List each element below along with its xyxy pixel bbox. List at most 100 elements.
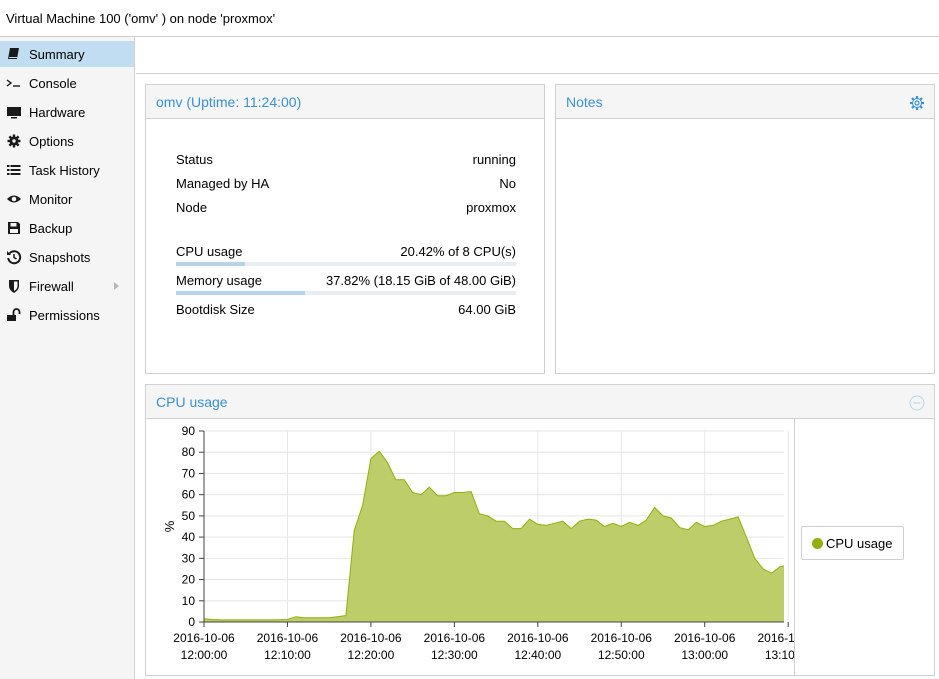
sidebar-item-label: Task History (29, 163, 100, 178)
panel-header: omv (Uptime: 11:24:00) (146, 85, 544, 119)
gear-icon (7, 134, 21, 148)
summary-content: omv (Uptime: 11:24:00) Status running Ma… (136, 74, 939, 679)
x-tick-label: 12:40:00 (514, 648, 561, 662)
y-tick-label: 0 (188, 615, 195, 629)
sidebar-item-hardware[interactable]: Hardware (0, 99, 134, 125)
y-tick-label: 30 (182, 551, 196, 565)
sidebar-item-options[interactable]: Options (0, 128, 134, 154)
bootdisk-size-row: Bootdisk Size 64.00 GiB (176, 302, 516, 322)
terminal-icon (6, 79, 20, 87)
unlock-icon (7, 308, 21, 321)
sidebar-item-snapshots[interactable]: Snapshots (0, 244, 134, 270)
memory-usage-row: Memory usage 37.82% (18.15 GiB of 48.00 … (176, 273, 516, 293)
shield-icon (9, 280, 19, 293)
x-tick-label: 2016-10-06 (591, 631, 653, 645)
sidebar-item-monitor[interactable]: Monitor (0, 186, 134, 212)
cpu-usage-area (204, 451, 784, 622)
x-tick-label: 12:20:00 (348, 648, 395, 662)
notes-panel: Notes (555, 84, 935, 374)
sidebar-item-label: Hardware (29, 105, 86, 120)
legend-item[interactable]: CPU usage (801, 526, 904, 560)
y-tick-label: 20 (182, 573, 196, 587)
memory-usage-bar-fill (176, 291, 305, 295)
x-tick-label: 2016-10-06 (674, 631, 736, 645)
managed-by-ha-label: Managed by HA (176, 176, 270, 191)
x-tick-label: 12:50:00 (598, 648, 645, 662)
x-tick-label: 13:00:00 (681, 648, 728, 662)
sidebar-item-label: Monitor (29, 192, 73, 207)
chevron-right-icon (114, 282, 119, 290)
x-tick-label: 12:30:00 (431, 648, 478, 662)
y-axis-label: % (162, 520, 177, 532)
gear-icon[interactable] (909, 95, 925, 111)
x-tick-label: 2016-10-06 (257, 631, 319, 645)
window-titlebar: Virtual Machine 100 ('omv' ) on node 'pr… (0, 0, 939, 37)
cpu-usage-chart: 0 10 20 30 40 50 60 70 80 90 2016-10-06 12:00:00 201… (162, 424, 794, 662)
sidebar-item-label: Snapshots (29, 250, 91, 265)
cpu-usage-bar-fill (176, 262, 246, 266)
cpu-usage-label: CPU usage (176, 244, 243, 259)
list-icon (7, 165, 21, 175)
memory-usage-value: 37.82% (18.15 GiB of 48.00 GiB) (325, 273, 516, 288)
sidebar-item-summary[interactable]: Summary (0, 41, 134, 67)
cpu-usage-row: CPU usage 20.42% of 8 CPU(s) (176, 244, 516, 264)
sidebar-item-label: Backup (29, 221, 73, 236)
bootdisk-size-label: Bootdisk Size (176, 302, 255, 317)
sidebar-item-console[interactable]: Console (0, 70, 134, 96)
x-tick-label: 13:10:00 (765, 648, 794, 662)
notes-panel-body (556, 119, 934, 373)
sidebar-item-label: Options (29, 134, 74, 149)
status-panel-body: Status running Managed by HA No Node pro… (146, 119, 544, 373)
y-tick-label: 80 (182, 445, 196, 459)
status-label: Status (176, 152, 213, 167)
node-value: proxmox (466, 200, 516, 215)
status-panel: omv (Uptime: 11:24:00) Status running Ma… (145, 84, 545, 374)
memory-usage-bar (176, 291, 516, 295)
memory-usage-label: Memory usage (176, 273, 262, 288)
history-icon (7, 250, 22, 265)
notes-panel-title: Notes (566, 94, 603, 110)
x-tick-label: 2016-10-06 (507, 631, 569, 645)
sidebar: Summary Console Hardware Options Task Hi… (0, 37, 135, 679)
y-tick-label: 90 (182, 424, 196, 438)
sidebar-item-label: Summary (29, 47, 85, 62)
floppy-icon (8, 222, 20, 234)
legend-label: CPU usage (826, 536, 893, 551)
y-tick-label: 40 (182, 530, 196, 544)
sidebar-item-label: Permissions (29, 308, 100, 323)
y-tick-label: 70 (182, 466, 196, 480)
x-tick-label: 12:00:00 (181, 648, 228, 662)
monitor-icon (7, 107, 21, 119)
sidebar-item-firewall[interactable]: Firewall (0, 273, 134, 299)
cpu-panel-title: CPU usage (156, 394, 228, 410)
sidebar-item-label: Firewall (29, 279, 74, 294)
x-tick-label: 2016-10-06 (340, 631, 402, 645)
managed-by-ha-row: Managed by HA No (176, 176, 516, 196)
cpu-usage-panel: CPU usage 0 10 20 30 40 50 60 70 80 90 2016-10-06 1… (145, 384, 935, 676)
node-label: Node (176, 200, 208, 215)
cpu-usage-value: 20.42% of 8 CPU(s) (400, 244, 516, 259)
y-tick-label: 50 (182, 509, 196, 523)
cpu-usage-bar (176, 262, 516, 266)
legend-marker (812, 538, 823, 549)
sidebar-item-task-history[interactable]: Task History (0, 157, 134, 183)
sidebar-item-backup[interactable]: Backup (0, 215, 134, 241)
book-icon (8, 48, 19, 59)
window-title: Virtual Machine 100 ('omv' ) on node 'pr… (6, 11, 276, 26)
managed-by-ha-value: No (499, 176, 516, 191)
cpu-panel-body: 0 10 20 30 40 50 60 70 80 90 2016-10-06 12:00:00 201… (146, 419, 934, 675)
panel-header: Notes (556, 85, 934, 119)
status-row: Status running (176, 152, 516, 172)
toolbar (136, 37, 939, 74)
minus-circle-icon[interactable] (909, 395, 925, 411)
x-tick-label: 2016-10-06 (424, 631, 486, 645)
y-tick-label: 60 (182, 488, 196, 502)
sidebar-item-permissions[interactable]: Permissions (0, 302, 134, 328)
sidebar-item-label: Console (29, 76, 77, 91)
bootdisk-size-value: 64.00 GiB (458, 302, 516, 317)
status-value: running (472, 152, 516, 167)
x-tick-label: 2016-10-06 (757, 631, 794, 645)
chart-legend-area: CPU usage (794, 419, 934, 675)
status-panel-title: omv (Uptime: 11:24:00) (156, 94, 302, 110)
panel-header: CPU usage (146, 385, 934, 419)
